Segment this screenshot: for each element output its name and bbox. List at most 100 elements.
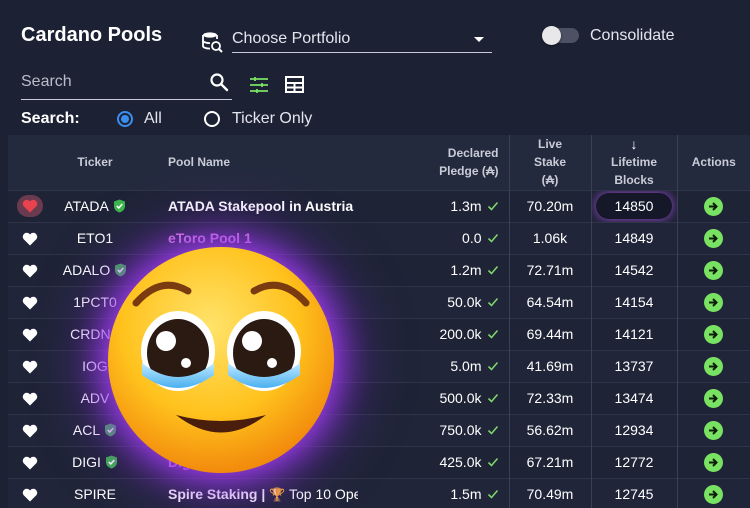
- favorite-cell[interactable]: [8, 318, 52, 350]
- portfolio-database-icon[interactable]: [201, 31, 223, 53]
- pledge-met-check-icon: [482, 486, 499, 502]
- pool-name-cell[interactable]: ACL: [138, 414, 358, 446]
- table-row[interactable]: CRDNS 200.0k 69.44m 14121: [8, 318, 750, 350]
- stake-cell: 72.33m: [508, 382, 591, 414]
- ticker-cell: ETO1: [52, 222, 138, 254]
- table-view-icon[interactable]: [285, 76, 304, 93]
- radio-ticker-only-label[interactable]: Ticker Only: [232, 110, 312, 128]
- toggle-knob: [542, 26, 561, 45]
- arrow-right-icon[interactable]: [704, 452, 724, 472]
- ticker-value: ACL: [72, 422, 101, 438]
- favorite-cell[interactable]: [8, 254, 52, 286]
- table-row[interactable]: DIGI Dig 425.0k 67.21m 12772: [8, 446, 750, 478]
- arrow-right-icon[interactable]: [704, 420, 724, 440]
- table-row[interactable]: ADALO 1.2m 72.71m 14542: [8, 254, 750, 286]
- ticker-value: ADV: [80, 390, 110, 406]
- pool-name-cell[interactable]: [138, 254, 358, 286]
- radio-all-label[interactable]: All: [144, 110, 162, 128]
- portfolio-dropdown[interactable]: Choose Portfolio: [232, 24, 492, 53]
- blocks-cell: 13474: [590, 382, 677, 414]
- table-row[interactable]: ADV 500.0k 72.33m 13474: [8, 382, 750, 414]
- arrow-right-icon[interactable]: [704, 228, 724, 248]
- pool-name-cell[interactable]: eToro Pool 1: [138, 222, 358, 254]
- pool-name-cell[interactable]: [138, 382, 358, 414]
- search-input[interactable]: Search: [21, 70, 232, 100]
- ticker-value: CRDNS: [70, 326, 120, 342]
- arrow-right-icon[interactable]: [704, 388, 724, 408]
- ticker-value: 1PCT0: [73, 294, 117, 310]
- actions-cell: [676, 222, 750, 254]
- favorite-heart-icon[interactable]: [22, 326, 38, 342]
- favorite-heart-icon[interactable]: [22, 358, 38, 374]
- col-declared-pledge[interactable]: Declared Pledge (₳): [358, 135, 509, 190]
- table-row[interactable]: ACL ACL 750.0k 56.62m 12934: [8, 414, 750, 446]
- table-row[interactable]: ATADA ATADA Stakepool in Austria 1.3m 70…: [8, 190, 750, 222]
- sort-arrow-icon: ↓: [630, 136, 638, 153]
- table-row[interactable]: 1PCT0 50.0k 64.54m 14154: [8, 286, 750, 318]
- pool-name-value[interactable]: Dig: [168, 454, 191, 470]
- filter-sliders-icon[interactable]: [249, 75, 269, 95]
- favorite-cell[interactable]: [8, 190, 52, 222]
- col-live-stake[interactable]: Live Stake (₳): [508, 135, 591, 190]
- pool-name-value[interactable]: ACL: [168, 422, 197, 438]
- col-ticker[interactable]: Ticker: [52, 135, 138, 190]
- pool-name-suffix: Top 10 Operator: [289, 485, 358, 502]
- stake-cell: 64.54m: [508, 286, 591, 318]
- ticker-value: DIGI: [72, 454, 101, 470]
- radio-ticker-only[interactable]: [204, 111, 220, 127]
- blocks-cell: 14154: [590, 286, 677, 318]
- pool-name-value[interactable]: eToro Pool 1: [168, 230, 252, 246]
- table-row[interactable]: IOG ) - 1 5.0m 41.69m 13737: [8, 350, 750, 382]
- stake-cell: 56.62m: [508, 414, 591, 446]
- favorite-cell[interactable]: [8, 478, 52, 508]
- arrow-right-icon[interactable]: [704, 356, 724, 376]
- stake-cell: 70.20m: [508, 190, 591, 222]
- favorite-heart-icon[interactable]: [22, 230, 38, 246]
- search-icon[interactable]: [209, 72, 229, 92]
- favorite-heart-icon[interactable]: [17, 195, 43, 217]
- highlighted-blocks: 14850: [595, 193, 673, 219]
- radio-all[interactable]: [117, 111, 133, 127]
- pool-name-cell[interactable]: [138, 286, 358, 318]
- arrow-right-icon[interactable]: [704, 324, 724, 344]
- pledge-met-check-icon: [482, 358, 499, 374]
- arrow-right-icon[interactable]: [704, 484, 724, 504]
- pledge-cell: 50.0k: [358, 286, 509, 318]
- favorite-heart-icon[interactable]: [22, 390, 38, 406]
- arrow-right-icon[interactable]: [704, 196, 724, 216]
- favorite-cell[interactable]: [8, 446, 52, 478]
- pool-name-cell[interactable]: ) - 1: [138, 350, 358, 382]
- pool-name-value[interactable]: ATADA Stakepool in Austria: [168, 198, 353, 214]
- arrow-right-icon[interactable]: [704, 292, 724, 312]
- pool-name-cell[interactable]: [138, 318, 358, 350]
- table-row[interactable]: ETO1 eToro Pool 1 0.0 1.06k 14849: [8, 222, 750, 254]
- stake-value: 72.33m: [526, 390, 574, 406]
- favorite-heart-icon[interactable]: [22, 294, 38, 310]
- actions-cell: [676, 414, 750, 446]
- pool-name-cell[interactable]: ATADA Stakepool in Austria: [138, 190, 358, 222]
- pool-name-value[interactable]: Spire Staking |: [168, 486, 269, 502]
- favorite-cell[interactable]: [8, 350, 52, 382]
- col-pool-name[interactable]: Pool Name: [138, 135, 358, 190]
- arrow-right-icon[interactable]: [704, 260, 724, 280]
- favorite-cell[interactable]: [8, 414, 52, 446]
- blocks-value: 12772: [614, 454, 654, 470]
- stake-cell: 41.69m: [508, 350, 591, 382]
- favorite-cell[interactable]: [8, 222, 52, 254]
- actions-cell: [676, 478, 750, 508]
- col-lifetime-blocks[interactable]: ↓ Lifetime Blocks: [590, 135, 677, 190]
- pool-name-cell[interactable]: Dig: [138, 446, 358, 478]
- pool-name-value[interactable]: ) - 1: [168, 358, 193, 374]
- table-row[interactable]: SPIRE Spire Staking | 🏆 Top 10 Operator …: [8, 478, 750, 508]
- pool-name-cell[interactable]: Spire Staking | 🏆 Top 10 Operator: [138, 478, 358, 508]
- favorite-cell[interactable]: [8, 382, 52, 414]
- top-bar: Cardano Pools Choose Portfolio Consolida…: [0, 0, 750, 135]
- favorite-heart-icon[interactable]: [22, 454, 38, 470]
- favorite-cell[interactable]: [8, 286, 52, 318]
- consolidate-toggle[interactable]: [542, 26, 579, 45]
- favorite-heart-icon[interactable]: [22, 262, 38, 278]
- col-blocks-line1: Lifetime: [610, 155, 657, 170]
- pledge-met-check-icon: [482, 262, 499, 278]
- favorite-heart-icon[interactable]: [22, 422, 38, 438]
- favorite-heart-icon[interactable]: [22, 486, 38, 502]
